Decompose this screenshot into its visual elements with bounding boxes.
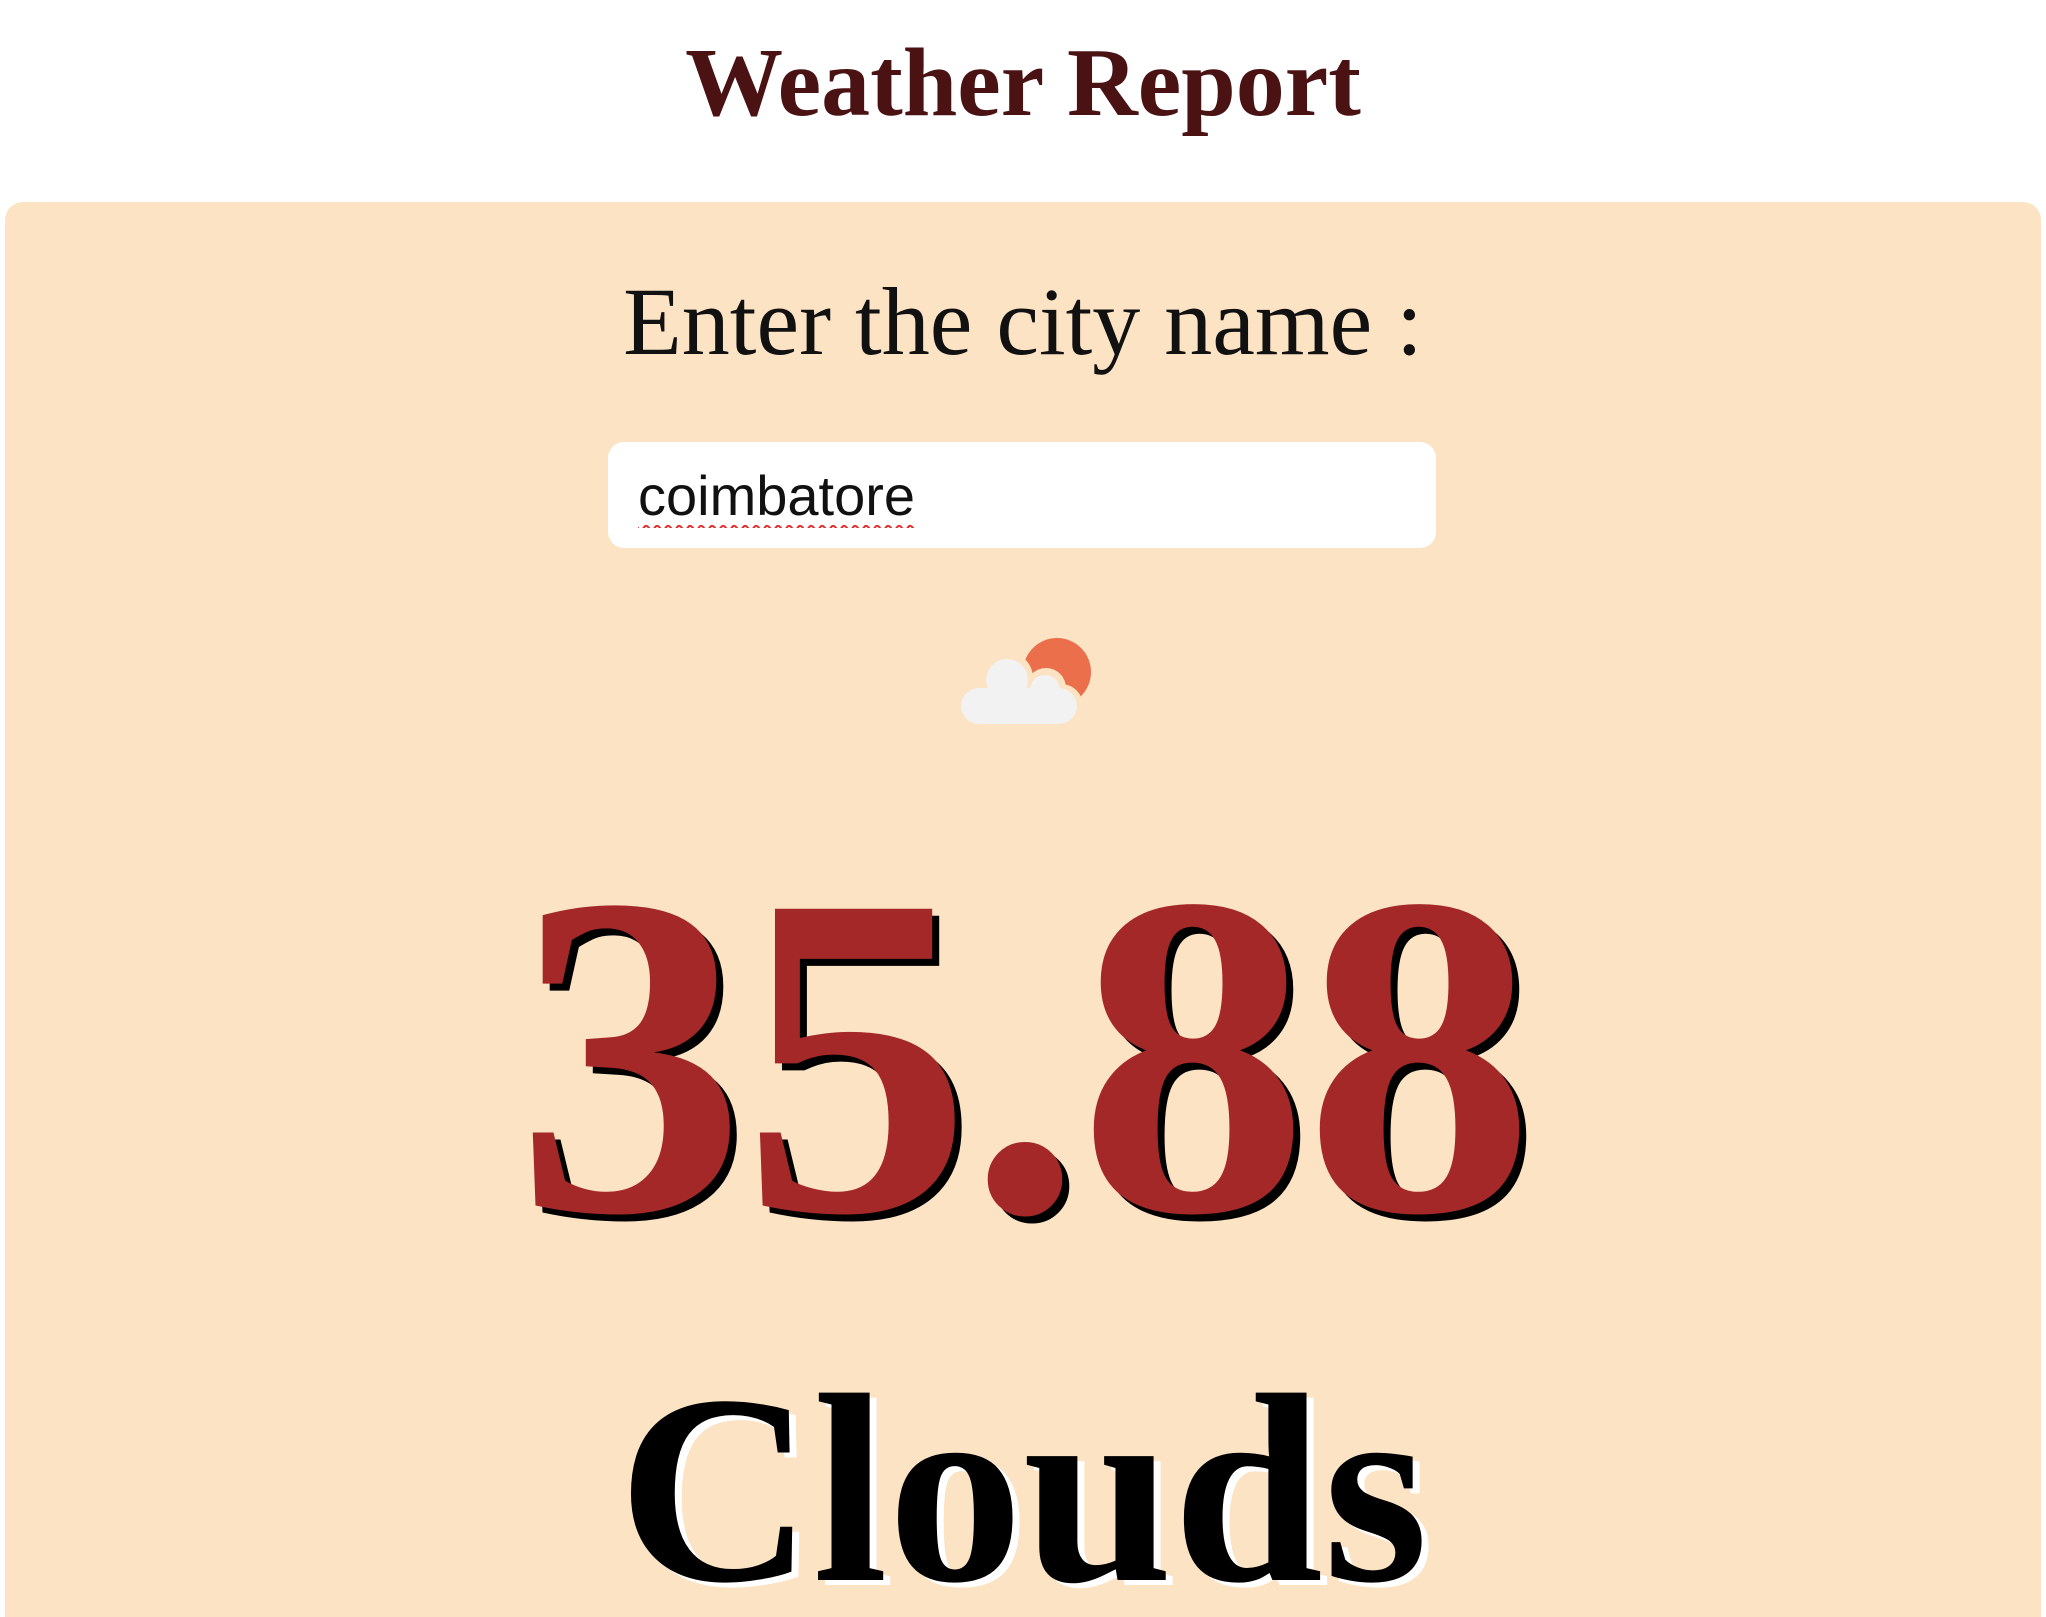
temperature-value: 35.88 (515, 800, 1535, 1310)
weather-condition: Clouds (617, 1340, 1429, 1617)
city-input[interactable] (608, 442, 1436, 548)
partly-cloudy-icon (955, 638, 1091, 728)
city-prompt-label: Enter the city name : (623, 268, 1423, 375)
page-title: Weather Report (685, 29, 1361, 137)
